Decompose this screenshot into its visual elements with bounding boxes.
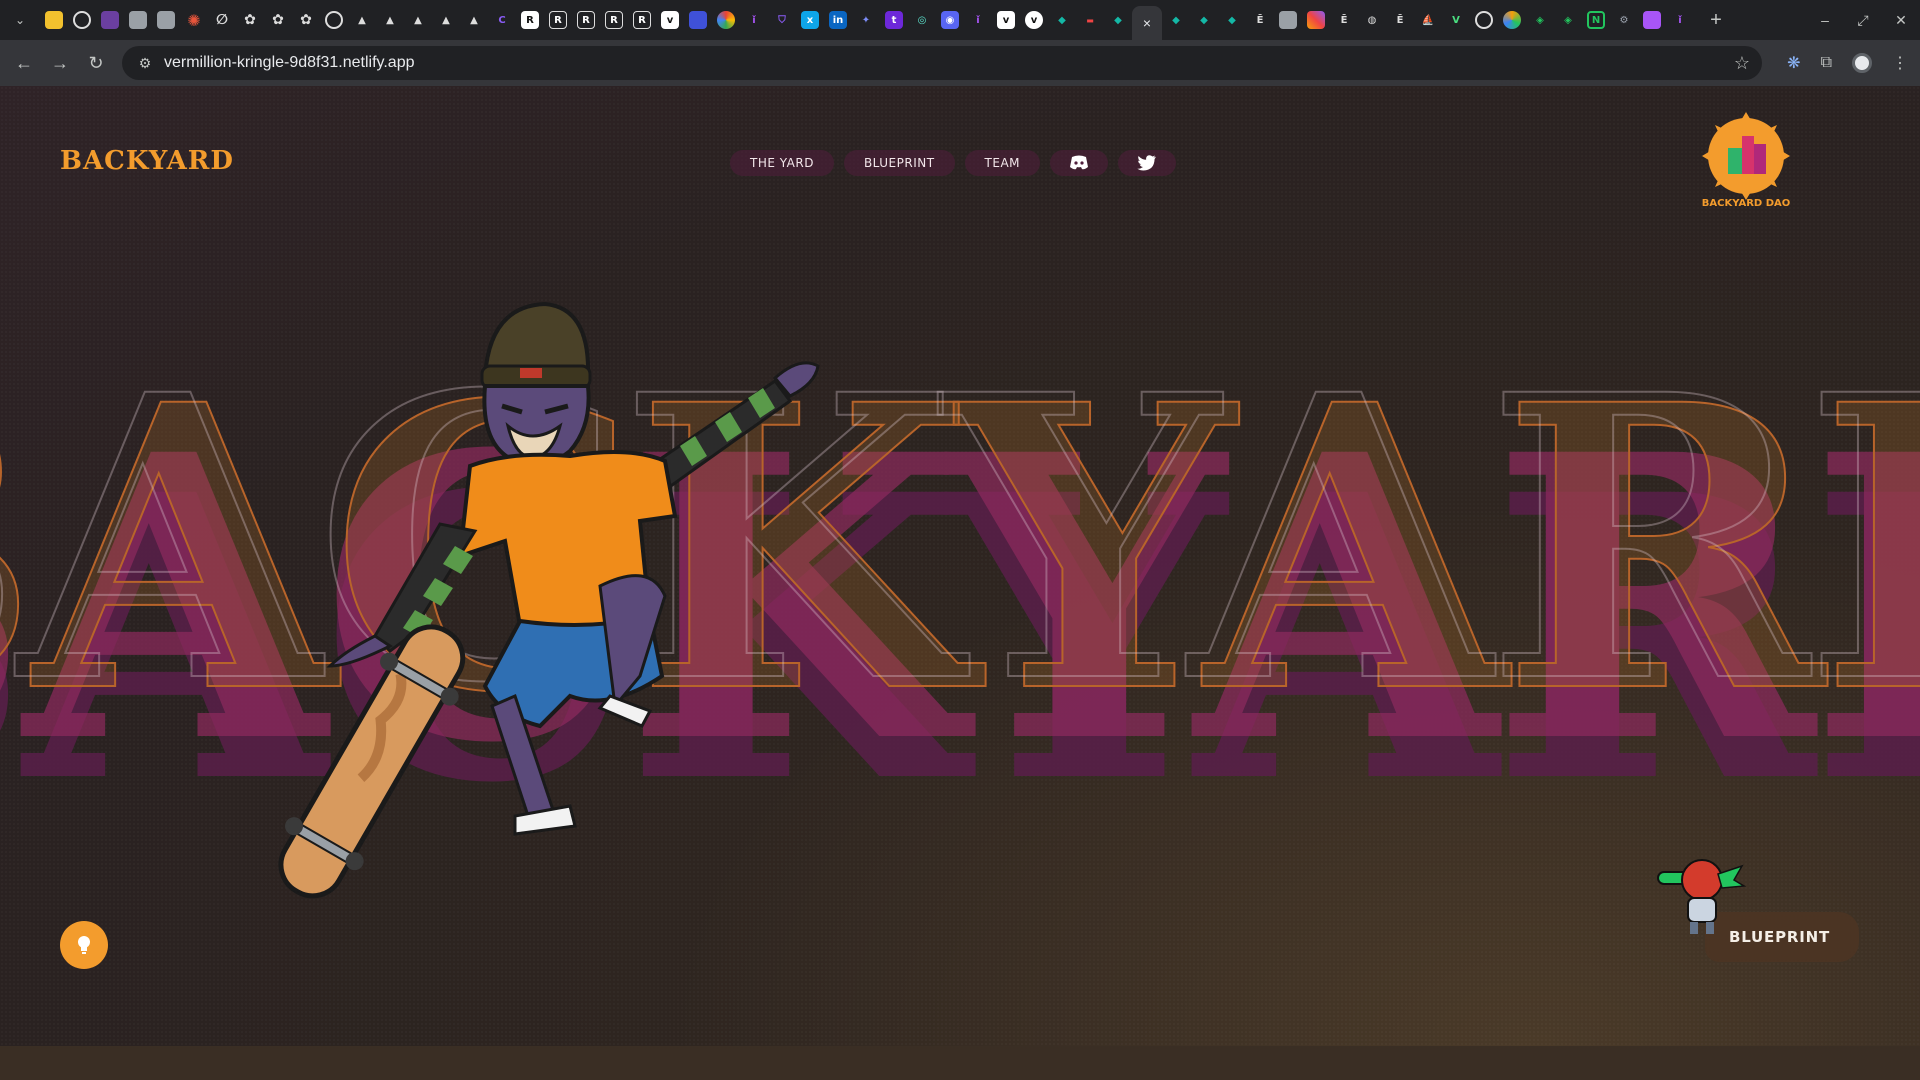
sail-icon[interactable]: ⛵ [1419, 11, 1437, 29]
spiral-icon[interactable]: ◎ [913, 11, 931, 29]
multicolor-icon[interactable] [1307, 11, 1325, 29]
tab-favicon-icon[interactable]: ǐ [969, 11, 987, 29]
e-icon[interactable]: Ē [1251, 11, 1269, 29]
vd-icon[interactable]: v [661, 11, 679, 29]
site-info-icon[interactable]: ⚙ [128, 55, 162, 72]
browser-toolbar: ← → ↻ ⚙ vermillion-kringle-9d8f31.netlif… [0, 40, 1920, 86]
gear-icon[interactable]: ⚙ [1615, 11, 1633, 29]
nav-the-yard[interactable]: THE YARD [730, 150, 834, 176]
bookmark-star-icon[interactable]: ☆ [1734, 53, 1750, 74]
restore-icon[interactable]: ⤢ [1844, 12, 1882, 29]
vd-icon[interactable]: v [997, 11, 1015, 29]
tab-strip: ⌄ ✺ ∅ ✿ ✿ ✿ ▲ ▲ ▲ ▲ ▲ C R R R R R v ǐ ⛉ … [0, 0, 1920, 40]
n-icon[interactable]: N [1587, 11, 1605, 29]
tab-favicon-icon[interactable]: ▬ [1081, 11, 1099, 29]
e-icon[interactable]: Ē [1335, 11, 1353, 29]
tab-list: ✺ ∅ ✿ ✿ ✿ ▲ ▲ ▲ ▲ ▲ C R R R R R v ǐ ⛉ x … [40, 0, 1132, 40]
tab-search-icon[interactable]: ⌄ [0, 0, 40, 40]
camera-icon[interactable] [129, 11, 147, 29]
dao-label: BACKYARD DAO [1701, 198, 1791, 209]
tab-favicon-icon[interactable] [689, 11, 707, 29]
main-nav: THE YARD BLUEPRINT TEAM [730, 150, 1177, 176]
forward-icon[interactable]: → [44, 47, 76, 79]
tab-favicon-icon[interactable]: ǐ [745, 11, 763, 29]
r-icon[interactable]: R [577, 11, 595, 29]
skater-cat-illustration [278, 301, 820, 899]
twitter-icon[interactable] [1118, 150, 1177, 176]
diamond-icon[interactable]: ◆ [1167, 11, 1185, 29]
leaf-icon[interactable]: ◈ [1531, 11, 1549, 29]
chrome-icon[interactable] [717, 11, 735, 29]
r-icon[interactable]: R [633, 11, 651, 29]
github-icon[interactable] [325, 11, 343, 29]
back-icon[interactable]: ← [8, 47, 40, 79]
toolbar-actions: ❋ ⧉ ⋮ [1787, 40, 1908, 86]
xo-icon[interactable]: x [801, 11, 819, 29]
extension-gear-icon[interactable]: ❋ [1787, 53, 1800, 73]
triangle-icon[interactable]: ▲ [409, 11, 427, 29]
puzzle-icon[interactable]: ✦ [857, 11, 875, 29]
diamond-icon[interactable]: ◆ [1223, 11, 1241, 29]
openai-icon[interactable]: ✿ [241, 11, 259, 29]
minimize-icon[interactable]: – [1806, 12, 1844, 28]
triangle-icon[interactable]: ▲ [465, 11, 483, 29]
page: BACKYARD BACKYARD BACKYARD BACKYARD [0, 86, 1920, 1046]
camera-icon[interactable] [1279, 11, 1297, 29]
tab-list-right: ◆ ◆ ◆ Ē Ē ◍ Ē ⛵ V ◈ ◈ N ⚙ ǐ [1162, 0, 1694, 40]
linkedin-icon[interactable]: in [829, 11, 847, 29]
circle-slash-icon[interactable]: ∅ [213, 11, 231, 29]
triangle-icon[interactable]: ▲ [353, 11, 371, 29]
asterisk-icon[interactable]: ✺ [185, 11, 203, 30]
lightbulb-icon[interactable] [60, 921, 108, 969]
tab-favicon-icon[interactable] [45, 11, 63, 29]
e-icon[interactable]: Ē [1391, 11, 1409, 29]
nav-blueprint[interactable]: BLUEPRINT [843, 150, 955, 176]
blueprint-mascot-illustration [1657, 859, 1747, 934]
nav-team[interactable]: TEAM [964, 150, 1041, 176]
profile-avatar[interactable] [1852, 53, 1872, 73]
github-icon[interactable] [1475, 11, 1493, 29]
diamond-icon[interactable]: ◆ [1053, 11, 1071, 29]
close-window-icon[interactable]: ✕ [1882, 12, 1920, 29]
menu-kebab-icon[interactable]: ⋮ [1892, 53, 1908, 73]
backyard-dao-logo[interactable] [1700, 110, 1792, 202]
page-footer-strip [0, 1046, 1920, 1080]
extensions-puzzle-icon[interactable]: ⧉ [1821, 54, 1832, 72]
windows-icon[interactable] [1643, 11, 1661, 29]
github-icon[interactable] [73, 11, 91, 29]
r-icon[interactable]: R [605, 11, 623, 29]
triangle-icon[interactable]: ▲ [437, 11, 455, 29]
openai-icon[interactable]: ✿ [269, 11, 287, 29]
site-brand-logo[interactable]: BACKYARD [60, 146, 234, 176]
r-icon[interactable]: R [549, 11, 567, 29]
diamond-icon[interactable]: ◆ [1195, 11, 1213, 29]
leaf-icon[interactable]: ◈ [1559, 11, 1577, 29]
shield-icon[interactable]: ⛉ [773, 11, 791, 29]
active-tab-close-icon[interactable]: × [1132, 6, 1162, 40]
window-controls: – ⤢ ✕ [1806, 0, 1920, 40]
circle-icon[interactable]: ◍ [1363, 11, 1381, 29]
gradient-icon[interactable] [1503, 11, 1521, 29]
camera-icon[interactable] [157, 11, 175, 29]
reload-icon[interactable]: ↻ [80, 47, 112, 79]
triangle-icon[interactable]: ▲ [381, 11, 399, 29]
r-icon[interactable]: R [521, 11, 539, 29]
v-icon[interactable]: V [1447, 11, 1465, 29]
c-icon[interactable]: C [493, 11, 511, 29]
tab-favicon-icon[interactable] [101, 11, 119, 29]
t-icon[interactable]: t [885, 11, 903, 29]
vd-icon[interactable]: v [1025, 11, 1043, 29]
address-bar[interactable]: ⚙ vermillion-kringle-9d8f31.netlify.app … [122, 46, 1762, 80]
url-text[interactable]: vermillion-kringle-9d8f31.netlify.app [164, 54, 415, 72]
discord-icon[interactable] [1050, 150, 1109, 176]
new-tab-button[interactable]: + [1704, 9, 1728, 32]
discord-icon[interactable]: ◉ [941, 11, 959, 29]
openai-icon[interactable]: ✿ [297, 11, 315, 29]
diamond-icon[interactable]: ◆ [1109, 11, 1127, 29]
tab-favicon-icon[interactable]: ǐ [1671, 11, 1689, 29]
